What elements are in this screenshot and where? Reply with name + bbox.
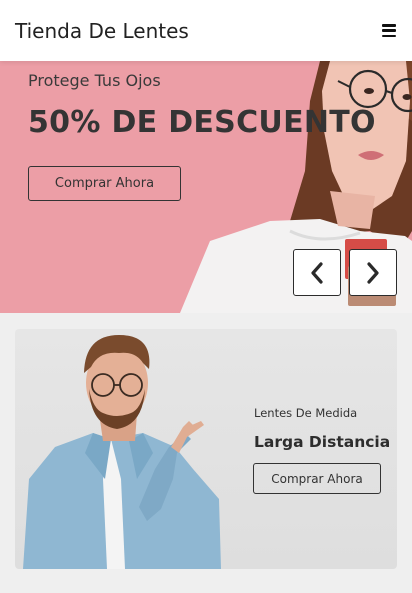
brand-logo[interactable]: Tienda De Lentes (15, 19, 189, 43)
hamburger-menu-icon[interactable] (382, 24, 396, 37)
site-header: Tienda De Lentes (0, 0, 412, 61)
hero-subtitle: Protege Tus Ojos (28, 71, 161, 90)
hero-slider: Protege Tus Ojos 50% DE DESCUENTO Compra… (0, 61, 412, 313)
slider-next-button[interactable] (349, 249, 397, 296)
hero-title: 50% DE DESCUENTO (28, 105, 376, 140)
chevron-left-icon (311, 261, 323, 284)
promo-title: Larga Distancia (254, 433, 391, 451)
chevron-right-icon (367, 261, 379, 284)
promo-subtitle: Lentes De Medida (254, 406, 358, 420)
promo-card: Lentes De Medida Larga Distancia Comprar… (15, 329, 397, 569)
hero-shop-button[interactable]: Comprar Ahora (28, 166, 181, 201)
man-with-glasses-image (23, 335, 221, 569)
slider-prev-button[interactable] (293, 249, 341, 296)
promo-shop-button[interactable]: Comprar Ahora (253, 463, 381, 494)
